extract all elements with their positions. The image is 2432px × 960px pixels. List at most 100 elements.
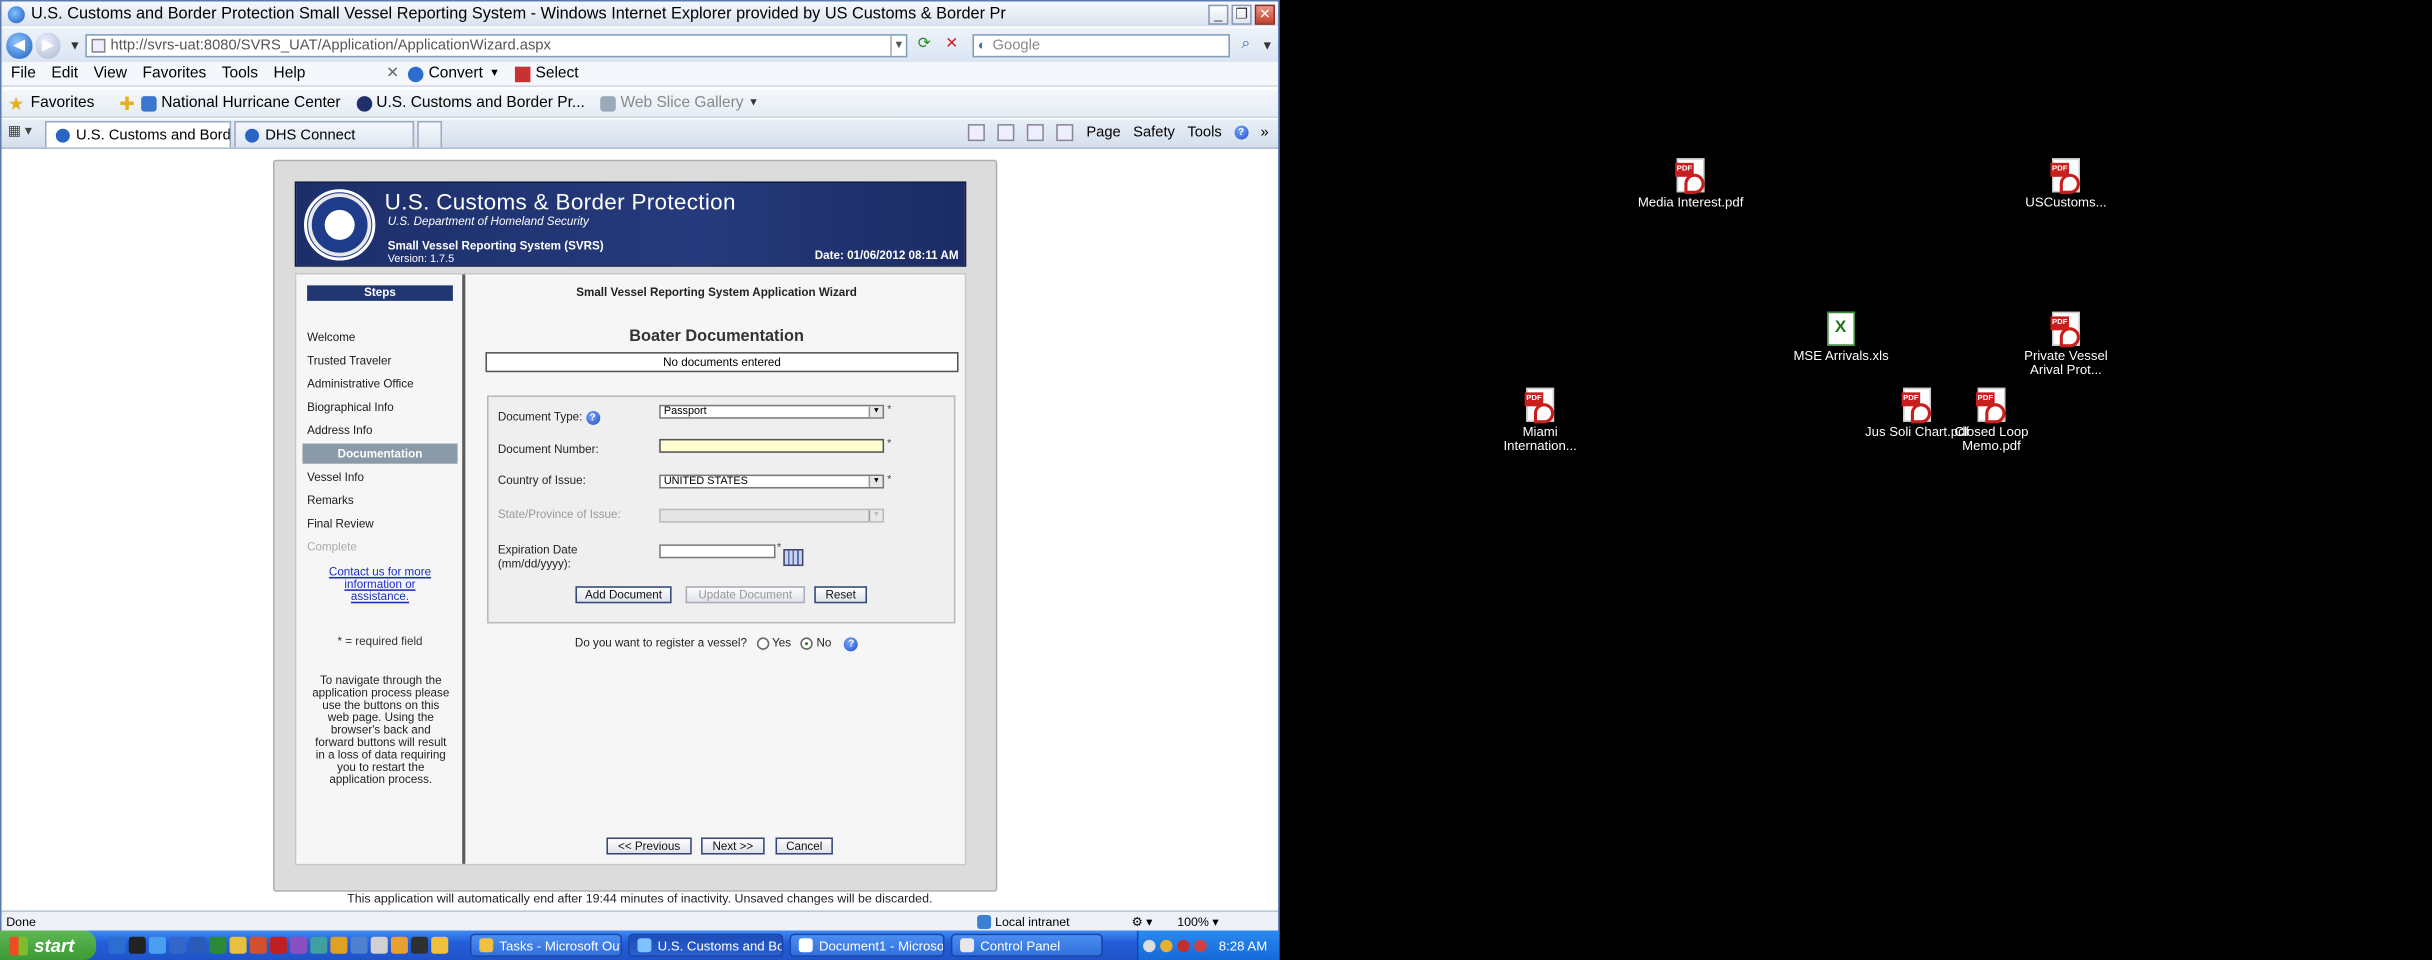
convert-button[interactable]: Convert ▼ xyxy=(408,65,500,82)
document-type-select[interactable]: Passport ▼ xyxy=(659,404,885,419)
chevron-more-icon[interactable]: » xyxy=(1261,124,1269,141)
fav-us-customs[interactable]: U.S. Customs and Border Pr... xyxy=(356,95,585,112)
stop-icon[interactable]: ✕ xyxy=(941,34,962,56)
tray-icon[interactable] xyxy=(1142,939,1156,952)
add-document-button[interactable]: Add Document xyxy=(575,586,672,604)
outlook-icon[interactable] xyxy=(169,936,187,954)
zoom-level[interactable]: 100% ▾ xyxy=(1177,914,1262,928)
ie-icon[interactable] xyxy=(108,936,126,954)
menu-tools[interactable]: Tools xyxy=(222,65,258,82)
address-bar[interactable]: http://svrs-uat:8080/SVRS_UAT/Applicatio… xyxy=(85,33,908,57)
select-button[interactable]: Select xyxy=(515,65,579,82)
fav-national-hurricane-center[interactable]: National Hurricane Center xyxy=(141,95,341,112)
register-no-radio[interactable] xyxy=(800,637,814,650)
clock[interactable]: 8:28 AM xyxy=(1219,938,1267,954)
close-toolbar-icon[interactable]: ✕ xyxy=(386,65,399,82)
app-icon[interactable] xyxy=(350,936,368,954)
tab-dhs-connect[interactable]: DHS Connect xyxy=(234,120,415,148)
task-word[interactable]: Document1 - Microsof... xyxy=(789,933,945,957)
address-dropdown-icon[interactable]: ▼ xyxy=(890,34,906,56)
task-internet-explorer[interactable]: U.S. Customs and Bo... xyxy=(628,933,784,957)
protected-mode-icon[interactable]: ⚙ ▾ xyxy=(1132,914,1153,928)
step-welcome[interactable]: Welcome xyxy=(307,330,355,344)
home-icon[interactable] xyxy=(968,124,986,142)
app-icon[interactable] xyxy=(310,936,328,954)
help-icon[interactable]: ? xyxy=(1234,125,1249,140)
excel-icon[interactable] xyxy=(209,936,227,954)
print-icon[interactable] xyxy=(1056,124,1074,142)
expiration-date-input[interactable] xyxy=(659,544,776,559)
help-icon[interactable]: ? xyxy=(844,636,859,651)
start-button[interactable]: start xyxy=(0,930,97,960)
contact-us-link[interactable]: Contact us for more information or assis… xyxy=(315,565,445,603)
chevron-down-icon: ▼ xyxy=(868,476,883,487)
powerpoint-icon[interactable] xyxy=(249,936,267,954)
back-button[interactable]: ◀ xyxy=(6,31,33,59)
read-mail-icon[interactable] xyxy=(1027,124,1045,142)
menu-favorites[interactable]: Favorites xyxy=(142,65,206,82)
step-address-info[interactable]: Address Info xyxy=(307,423,372,437)
favorites-button[interactable]: Favorites xyxy=(31,95,95,112)
cancel-button[interactable]: Cancel xyxy=(775,837,833,855)
tray-icon[interactable] xyxy=(1176,939,1190,952)
app-icon[interactable] xyxy=(431,936,449,954)
app-icon[interactable] xyxy=(290,936,308,954)
minimize-button[interactable]: _ xyxy=(1208,3,1229,25)
tray-icon[interactable] xyxy=(1193,939,1207,952)
step-biographical-info[interactable]: Biographical Info xyxy=(307,400,394,414)
step-documentation[interactable]: Documentation xyxy=(302,443,458,464)
word-icon[interactable] xyxy=(189,936,207,954)
search-box[interactable]: ◐ Google xyxy=(971,33,1231,57)
desktop-icon-closed-loop[interactable]: PDF Closed Loop Memo.pdf xyxy=(1937,387,2046,453)
reset-button[interactable]: Reset xyxy=(814,586,868,604)
safety-menu[interactable]: Safety xyxy=(1133,124,1175,141)
app-icon[interactable] xyxy=(390,936,408,954)
step-administrative-office[interactable]: Administrative Office xyxy=(307,377,413,391)
desktop-icon-mse-arrivals[interactable]: MSE Arrivals.xls xyxy=(1787,311,1896,363)
page-menu[interactable]: Page xyxy=(1086,124,1120,141)
restore-button[interactable]: ❐ xyxy=(1231,3,1252,25)
desktop-icon-miami[interactable]: PDF Miami Internation... xyxy=(1486,387,1595,453)
search-options-dropdown[interactable]: ▼ xyxy=(1261,38,1273,52)
add-favorites-icon[interactable]: ✚ xyxy=(119,92,135,114)
app-icon[interactable] xyxy=(370,936,388,954)
desktop-icon-uscustoms[interactable]: PDF USCustoms... xyxy=(2012,158,2121,209)
step-trusted-traveler[interactable]: Trusted Traveler xyxy=(307,354,391,368)
close-button[interactable]: ✕ xyxy=(1254,3,1275,25)
calendar-icon[interactable] xyxy=(783,549,804,567)
folder-icon[interactable] xyxy=(229,936,247,954)
search-icon[interactable]: ⌕ xyxy=(1235,34,1256,56)
tab-us-customs[interactable]: U.S. Customs and Border... ✕ xyxy=(44,120,232,148)
new-tab-button[interactable] xyxy=(417,120,443,148)
menu-edit[interactable]: Edit xyxy=(51,65,78,82)
menu-file[interactable]: File xyxy=(11,65,36,82)
recent-pages-dropdown[interactable]: ▼ xyxy=(69,38,81,52)
cmd-icon[interactable] xyxy=(128,936,146,954)
task-outlook[interactable]: Tasks - Microsoft Outl... xyxy=(469,933,622,957)
app-icon[interactable] xyxy=(411,936,429,954)
acrobat-icon[interactable] xyxy=(269,936,287,954)
fav-web-slice-gallery[interactable]: Web Slice Gallery ▼ xyxy=(600,95,759,112)
desktop-icon-media-interest[interactable]: PDF Media Interest.pdf xyxy=(1636,158,1745,209)
feeds-icon[interactable] xyxy=(997,124,1015,142)
previous-button[interactable]: << Previous xyxy=(606,837,692,855)
refresh-icon[interactable]: ⟳ xyxy=(914,34,935,56)
document-number-input[interactable] xyxy=(659,438,885,453)
menu-help[interactable]: Help xyxy=(274,65,306,82)
app-icon[interactable] xyxy=(330,936,348,954)
forward-button[interactable]: ▶ xyxy=(35,31,62,59)
tray-icon[interactable] xyxy=(1159,939,1173,952)
step-final-review[interactable]: Final Review xyxy=(307,516,374,530)
task-control-panel[interactable]: Control Panel xyxy=(950,933,1103,957)
quick-tabs-icon[interactable]: ▦ ▾ xyxy=(8,123,45,145)
tools-menu[interactable]: Tools xyxy=(1187,124,1221,141)
next-button[interactable]: Next >> xyxy=(701,837,765,855)
step-vessel-info[interactable]: Vessel Info xyxy=(307,470,364,484)
register-yes-radio[interactable] xyxy=(756,637,770,650)
country-of-issue-select[interactable]: UNITED STATES ▼ xyxy=(659,474,885,489)
help-icon[interactable]: ? xyxy=(585,410,600,425)
ie-icon[interactable] xyxy=(148,936,166,954)
menu-view[interactable]: View xyxy=(94,65,127,82)
desktop-icon-private-vessel[interactable]: PDF Private Vessel Arival Prot... xyxy=(2012,311,2121,377)
step-remarks[interactable]: Remarks xyxy=(307,493,354,507)
